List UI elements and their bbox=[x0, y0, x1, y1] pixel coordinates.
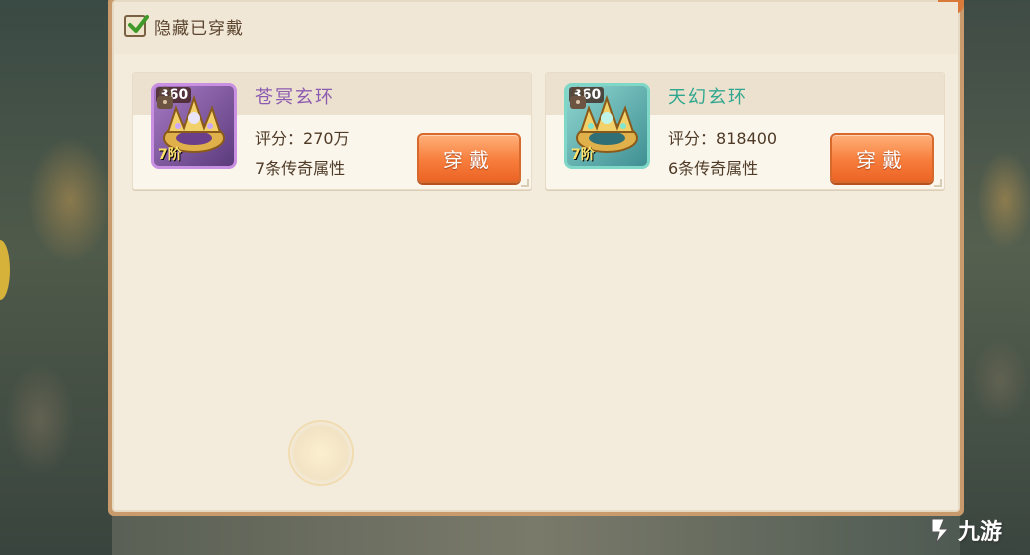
item-score-value: 270万 bbox=[303, 129, 350, 148]
item-tier-label: 7阶 bbox=[571, 147, 595, 163]
filter-bar: 隐藏已穿戴 bbox=[114, 2, 958, 54]
background-right bbox=[960, 0, 1030, 555]
item-icon-slot[interactable]: 360 7阶 bbox=[151, 83, 237, 169]
item-score-value: 818400 bbox=[716, 129, 778, 148]
background-bottom bbox=[112, 515, 960, 555]
watermark-text: 九游 bbox=[957, 520, 1002, 545]
item-card: 360 7阶 苍冥玄环 评分：270万 7条传奇属性 穿戴 bbox=[132, 72, 532, 190]
hide-equipped-label: 隐藏已穿戴 bbox=[154, 18, 244, 39]
item-legendary-attributes: 7条传奇属性 bbox=[255, 159, 346, 178]
equip-button[interactable]: 穿戴 bbox=[417, 133, 521, 183]
item-score-label: 评分： bbox=[668, 129, 717, 148]
item-card: 360 7阶 天幻玄环 评分：818400 6条传奇属性 穿戴 bbox=[545, 72, 945, 190]
item-name: 苍冥玄环 bbox=[255, 87, 335, 108]
checkmark-icon bbox=[128, 15, 149, 33]
item-name: 天幻玄环 bbox=[668, 87, 748, 108]
item-score-label: 评分： bbox=[255, 129, 304, 148]
lock-icon bbox=[570, 86, 586, 109]
item-tier-label: 7阶 bbox=[158, 147, 182, 163]
hide-equipped-toggle[interactable]: 隐藏已穿戴 bbox=[124, 14, 244, 39]
item-score: 评分：818400 bbox=[668, 125, 777, 149]
card-corner-mark bbox=[521, 179, 529, 187]
item-icon-slot[interactable]: 360 7阶 bbox=[564, 83, 650, 169]
item-legendary-attributes: 6条传奇属性 bbox=[668, 159, 759, 178]
equip-button[interactable]: 穿戴 bbox=[830, 133, 934, 183]
hide-equipped-checkbox[interactable] bbox=[124, 15, 149, 37]
floating-bubble-effect bbox=[288, 420, 354, 486]
lock-icon bbox=[157, 86, 173, 109]
equipment-panel-inner: 隐藏已穿戴 360 7阶 苍冥玄环 评分：270万 7条传奇属性 穿戴 360 … bbox=[112, 0, 964, 512]
card-corner-mark bbox=[934, 179, 942, 187]
watermark: 九游 bbox=[928, 512, 1002, 548]
item-score: 评分：270万 bbox=[255, 125, 350, 149]
jiuyou-logo-icon bbox=[931, 518, 950, 544]
equipment-panel: 隐藏已穿戴 360 7阶 苍冥玄环 评分：270万 7条传奇属性 穿戴 360 … bbox=[108, 0, 964, 516]
background-left bbox=[0, 0, 112, 555]
